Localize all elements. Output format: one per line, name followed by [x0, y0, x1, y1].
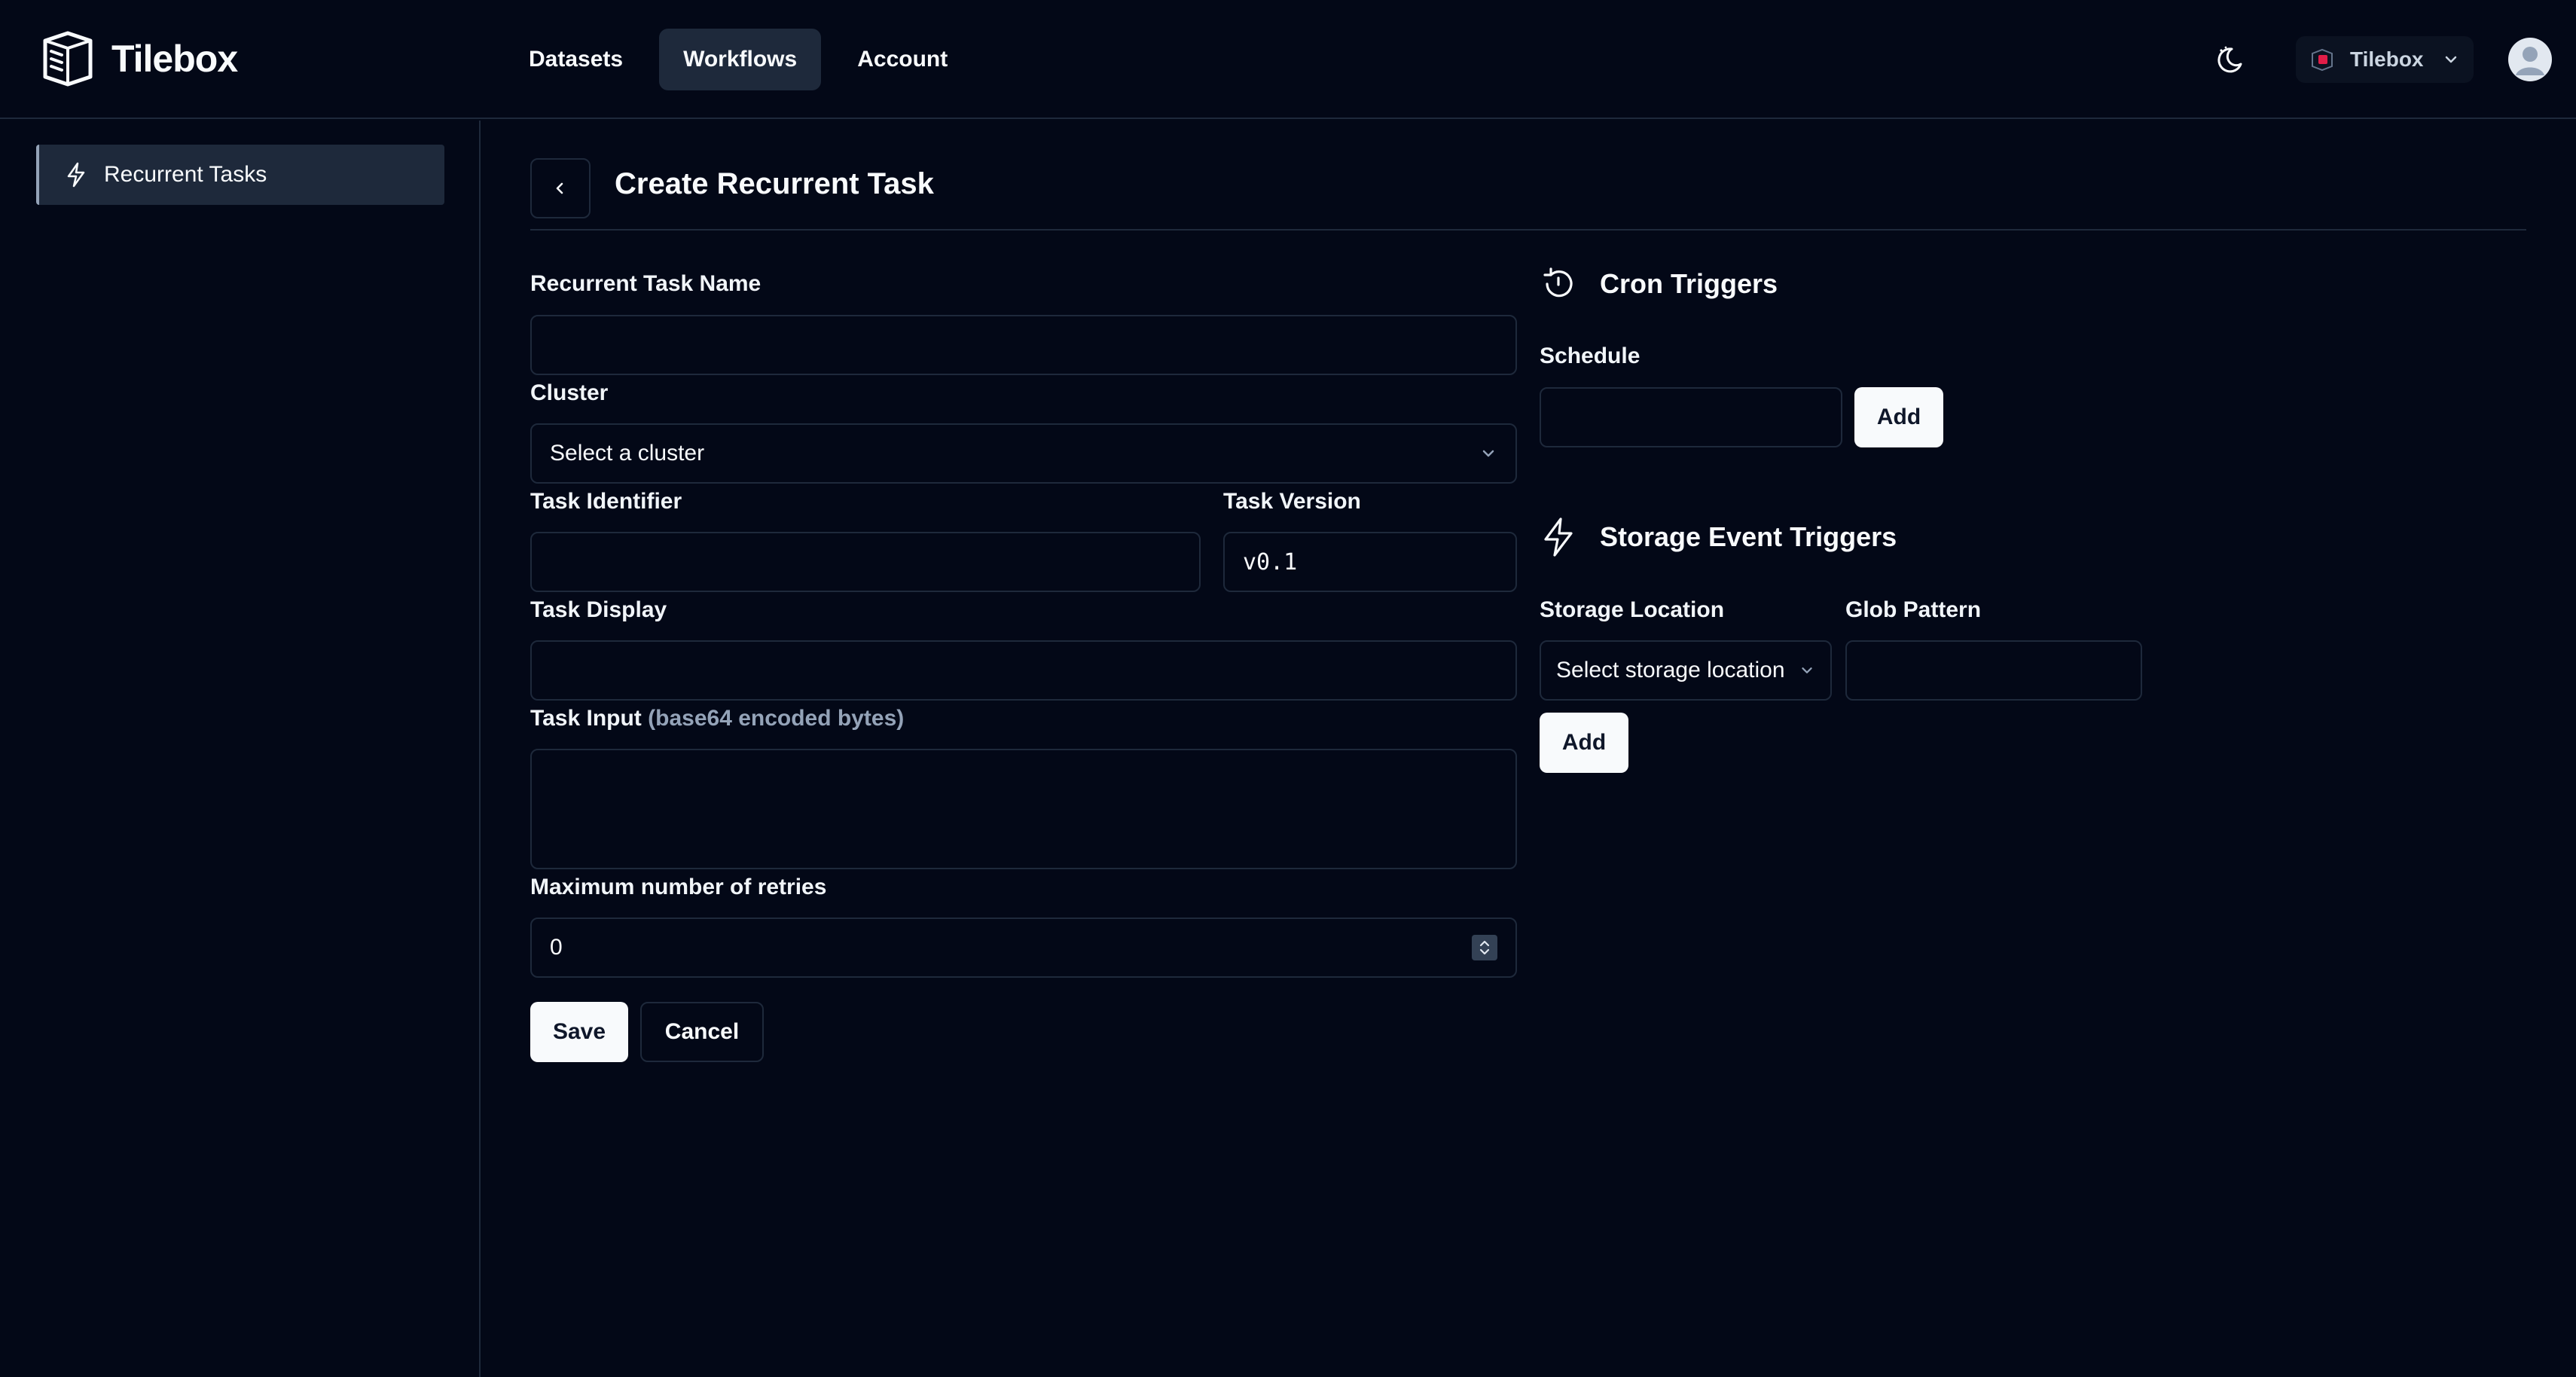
tilebox-logo-icon — [43, 31, 93, 87]
task-display-label: Task Display — [530, 597, 667, 622]
storage-triggers-title: Storage Event Triggers — [1600, 521, 1897, 552]
organization-name: Tilebox — [2350, 47, 2424, 71]
storage-location-placeholder: Select storage location — [1556, 658, 1785, 682]
quantity-stepper[interactable] — [1472, 935, 1497, 960]
sidebar: Recurrent Tasks — [0, 121, 481, 1377]
cancel-button[interactable]: Cancel — [640, 1002, 764, 1062]
task-name-label: Recurrent Task Name — [530, 271, 762, 296]
sidebar-item-label: Recurrent Tasks — [104, 162, 267, 187]
cron-triggers-heading: Cron Triggers — [1540, 265, 1778, 303]
app-name: Tilebox — [111, 38, 238, 80]
chevron-down-icon — [1482, 450, 1494, 457]
cluster-select[interactable]: Select a cluster — [530, 423, 1517, 484]
chevron-down-icon — [1802, 667, 1812, 673]
task-version-value: v0.1 — [1243, 548, 1298, 576]
history-icon — [1540, 265, 1577, 303]
user-avatar[interactable] — [2508, 38, 2552, 81]
storage-location-select[interactable]: Select storage location — [1540, 640, 1832, 701]
max-retries-input[interactable]: 0 — [530, 917, 1517, 978]
task-version-label: Task Version — [1223, 489, 1361, 514]
divider — [530, 229, 2526, 231]
main-nav: Datasets Workflows Account — [505, 29, 972, 90]
task-input-hint: (base64 encoded bytes) — [648, 706, 905, 731]
task-identifier-input[interactable] — [530, 532, 1201, 592]
page-title: Create Recurrent Task — [615, 167, 934, 200]
organization-select[interactable]: Tilebox — [2296, 36, 2474, 83]
nav-workflows[interactable]: Workflows — [659, 29, 822, 90]
nav-datasets[interactable]: Datasets — [505, 29, 647, 90]
schedule-input[interactable] — [1540, 387, 1842, 447]
task-identifier-label: Task Identifier — [530, 489, 682, 514]
task-display-input[interactable] — [530, 640, 1517, 701]
chevron-down-icon — [2445, 56, 2457, 63]
glob-pattern-input[interactable] — [1845, 640, 2142, 701]
task-input-label: Task Input (base64 encoded bytes) — [530, 706, 904, 731]
stepper-arrows-icon — [1479, 940, 1490, 955]
add-cron-trigger-button[interactable]: Add — [1854, 387, 1943, 447]
logo[interactable]: Tilebox — [39, 30, 238, 87]
user-icon — [2516, 47, 2544, 75]
theme-toggle-button[interactable] — [2207, 36, 2254, 83]
lightning-icon — [67, 162, 85, 188]
cluster-label: Cluster — [530, 380, 609, 405]
sidebar-item-recurrent-tasks[interactable]: Recurrent Tasks — [36, 145, 444, 205]
task-name-input[interactable] — [530, 315, 1517, 375]
top-bar: Tilebox Datasets Workflows Account Tileb… — [0, 0, 2576, 119]
back-button[interactable] — [530, 158, 591, 218]
nav-account[interactable]: Account — [833, 29, 972, 90]
save-button[interactable]: Save — [530, 1002, 628, 1062]
add-storage-trigger-button[interactable]: Add — [1540, 713, 1628, 773]
cluster-placeholder: Select a cluster — [550, 441, 705, 466]
organization-icon — [2312, 48, 2333, 72]
moon-icon — [2217, 46, 2242, 73]
task-version-input[interactable]: v0.1 — [1223, 532, 1517, 592]
storage-triggers-heading: Storage Event Triggers — [1540, 518, 1897, 557]
glob-pattern-label: Glob Pattern — [1845, 597, 1982, 622]
task-input-textarea[interactable] — [530, 749, 1517, 869]
lightning-icon — [1540, 518, 1577, 557]
storage-location-label: Storage Location — [1540, 597, 1725, 622]
chevron-left-icon — [556, 182, 563, 194]
max-retries-value: 0 — [550, 935, 563, 960]
cron-triggers-title: Cron Triggers — [1600, 268, 1778, 299]
task-input-label-text: Task Input — [530, 706, 642, 731]
max-retries-label: Maximum number of retries — [530, 875, 827, 899]
schedule-label: Schedule — [1540, 343, 1641, 368]
